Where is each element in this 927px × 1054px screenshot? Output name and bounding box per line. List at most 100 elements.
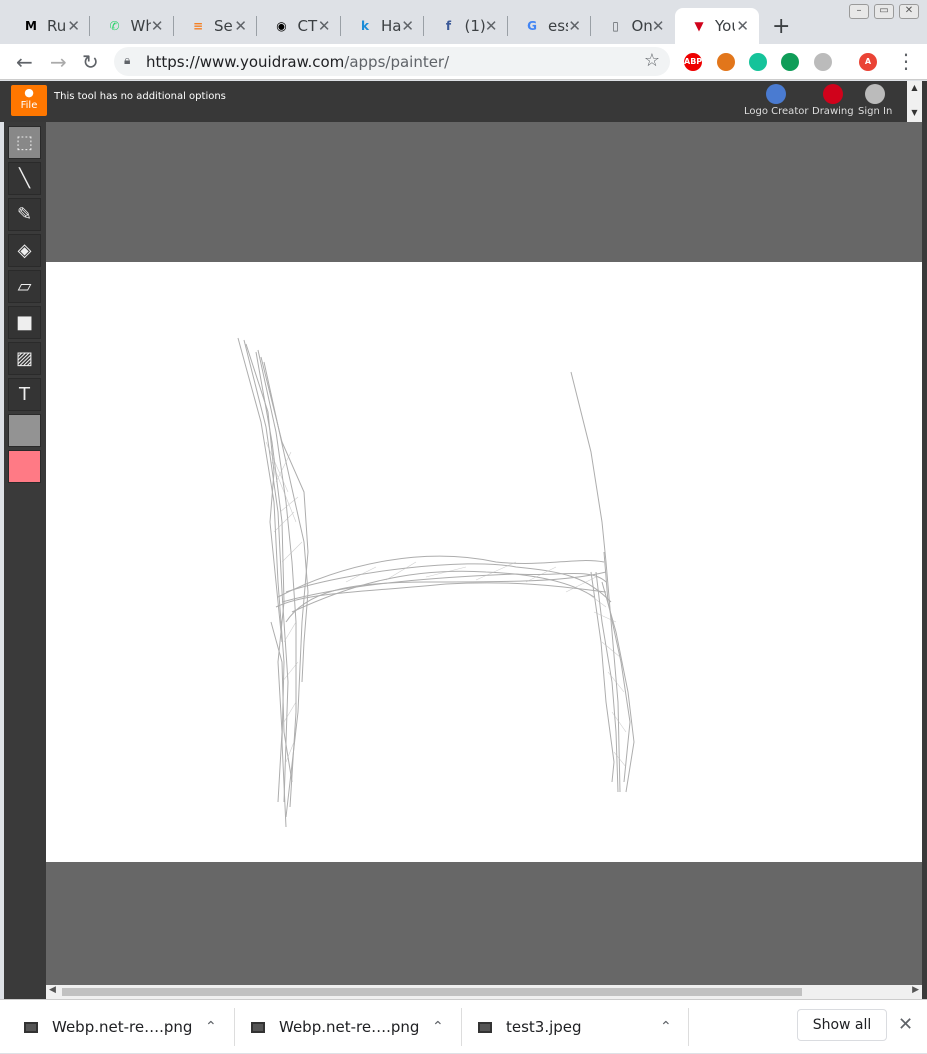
tab-3[interactable]: ◉ CTI✕ [258, 8, 341, 44]
grammarly-icon[interactable] [749, 53, 767, 71]
url-host: https://www.youidraw.com [146, 53, 345, 71]
download-item[interactable]: Webp.net-re….png ⌃ [251, 1000, 461, 1054]
header-link-label: Logo Creator [744, 106, 809, 117]
show-all-button[interactable]: Show all [797, 1009, 887, 1041]
eraser-tool[interactable]: ▱ [8, 270, 41, 303]
tab-title: Ha [381, 17, 401, 35]
tab-close-icon[interactable]: ✕ [401, 17, 414, 35]
profile-avatar[interactable]: A [859, 53, 877, 71]
tab-title: Wh [130, 17, 151, 35]
tab-close-icon[interactable]: ✕ [736, 17, 749, 35]
address-bar[interactable]: 🔒︎ https://www.youidraw.com/apps/painter… [114, 47, 670, 76]
adblock-icon[interactable]: ABP [684, 53, 702, 71]
tab-title: On [631, 17, 652, 35]
tool-options-text: This tool has no additional options [54, 91, 226, 102]
tab-close-icon[interactable]: ✕ [67, 17, 80, 35]
header-link-2[interactable]: Sign In [858, 84, 892, 117]
metamask-icon[interactable] [717, 53, 735, 71]
header-link-1[interactable]: Drawing [812, 84, 854, 117]
horizontal-scrollbar[interactable]: ◀ ▶ [46, 985, 922, 999]
header-link-label: Drawing [812, 106, 854, 117]
close-window-button[interactable]: ✕ [899, 4, 919, 19]
new-tab-button[interactable]: + [772, 14, 790, 39]
tab-4[interactable]: k Ha ✕ [341, 8, 424, 44]
download-item[interactable]: Webp.net-re….png ⌃ [24, 1000, 234, 1054]
tab-0[interactable]: M Run✕ [7, 8, 90, 44]
pencil-tool[interactable]: ╲ [8, 162, 41, 195]
pin-icon: ● [24, 86, 34, 99]
scroll-left-icon[interactable]: ◀ [49, 985, 56, 995]
stackoverflow-icon: ≡ [192, 19, 204, 33]
select-tool[interactable]: ⬚ [8, 126, 41, 159]
tab-close-icon[interactable]: ✕ [485, 17, 498, 35]
back-arrow-icon[interactable]: ← [16, 50, 33, 74]
text-tool[interactable]: T [8, 378, 41, 411]
user-icon [865, 84, 886, 104]
image-file-icon [251, 1021, 265, 1033]
drawing-icon [822, 84, 843, 104]
primary-color-swatch[interactable] [8, 414, 41, 447]
scroll-thumb[interactable] [62, 988, 802, 996]
lock-icon: 🔒︎ [124, 53, 131, 67]
chevron-up-icon[interactable]: ⌃ [205, 1019, 217, 1035]
bookmark-star-icon[interactable]: ☆ [644, 50, 660, 71]
logo-creator-icon [766, 84, 787, 104]
tab-7[interactable]: ▯ On ✕ [592, 8, 675, 44]
facebook-icon: f [445, 19, 452, 33]
chrome-menu-icon[interactable]: ⋮ [896, 49, 916, 73]
download-filename: test3.jpeg [506, 1018, 582, 1036]
download-shelf: Webp.net-re….png ⌃ Webp.net-re….png ⌃ test3.… [0, 999, 927, 1053]
download-separator [234, 1008, 235, 1046]
image-tool[interactable]: ▨ [8, 342, 41, 375]
tab-2[interactable]: ≡ Ser✕ [174, 8, 257, 44]
image-file-icon [24, 1021, 38, 1033]
tab-close-icon[interactable]: ✕ [568, 17, 581, 35]
scroll-right-icon[interactable]: ▶ [912, 985, 919, 995]
header-link-0[interactable]: Logo Creator [744, 84, 808, 117]
brush-tool[interactable]: ✎ [8, 198, 41, 231]
secondary-color-swatch[interactable] [8, 450, 41, 483]
chevron-up-icon[interactable]: ⌃ [432, 1019, 444, 1035]
tab-title: Run [47, 17, 67, 35]
tab-close-icon[interactable]: ✕ [318, 17, 331, 35]
image-file-icon [478, 1021, 492, 1033]
url-path: /apps/painter/ [344, 53, 450, 71]
tab-8[interactable]: ▼ You✕ [675, 8, 759, 44]
k-icon: k [361, 19, 369, 33]
reload-icon[interactable]: ↻ [82, 50, 99, 74]
url-text: https://www.youidraw.com/apps/painter/ [146, 53, 449, 71]
tab-1[interactable]: ✆ Wh ✕ [91, 8, 174, 44]
fill-tool[interactable]: ◈ [8, 234, 41, 267]
chevron-up-icon[interactable]: ⌃ [660, 1019, 672, 1035]
download-filename: Webp.net-re….png [279, 1018, 420, 1036]
hangouts-icon[interactable] [781, 53, 799, 71]
download-filename: Webp.net-re….png [52, 1018, 193, 1036]
docs-icon[interactable] [814, 53, 832, 71]
workspace [46, 122, 922, 986]
tab-title: Ser [214, 17, 234, 35]
workspace-right-edge [922, 122, 927, 999]
tab-6[interactable]: Gess✕ [508, 8, 591, 44]
file-menu-button[interactable]: ● File [11, 85, 47, 116]
tab-close-icon[interactable]: ✕ [151, 17, 164, 35]
whatsapp-icon: ✆ [109, 19, 120, 33]
tab-strip: MRun✕✆Wh✕≡Ser✕◉CTI✕kHa✕f(1)✕Gess✕▯On✕▼Yo… [0, 0, 927, 44]
download-separator [688, 1008, 689, 1046]
download-separator [461, 1008, 462, 1046]
tab-close-icon[interactable]: ✕ [234, 17, 247, 35]
minimize-button[interactable]: – [849, 4, 869, 19]
download-item[interactable]: test3.jpeg ⌃ [478, 1000, 688, 1054]
tab-title: ess [548, 17, 568, 35]
forward-arrow-icon[interactable]: → [50, 50, 67, 74]
maximize-button[interactable]: ▭ [874, 4, 894, 19]
h-sketch [237, 337, 635, 828]
rectangle-tool[interactable]: ■ [8, 306, 41, 339]
browser-toolbar: ← → ↻ 🔒︎ https://www.youidraw.com/apps/p… [0, 44, 927, 80]
close-shelf-icon[interactable]: ✕ [898, 1014, 913, 1035]
tab-5[interactable]: f (1) ✕ [425, 8, 508, 44]
google-icon: G [527, 19, 537, 33]
drawing-canvas[interactable] [46, 262, 922, 862]
app-header: ● File This tool has no additional optio… [0, 81, 927, 122]
header-scrollbar[interactable]: ▲ ▼ [907, 81, 922, 122]
tab-close-icon[interactable]: ✕ [652, 17, 665, 35]
